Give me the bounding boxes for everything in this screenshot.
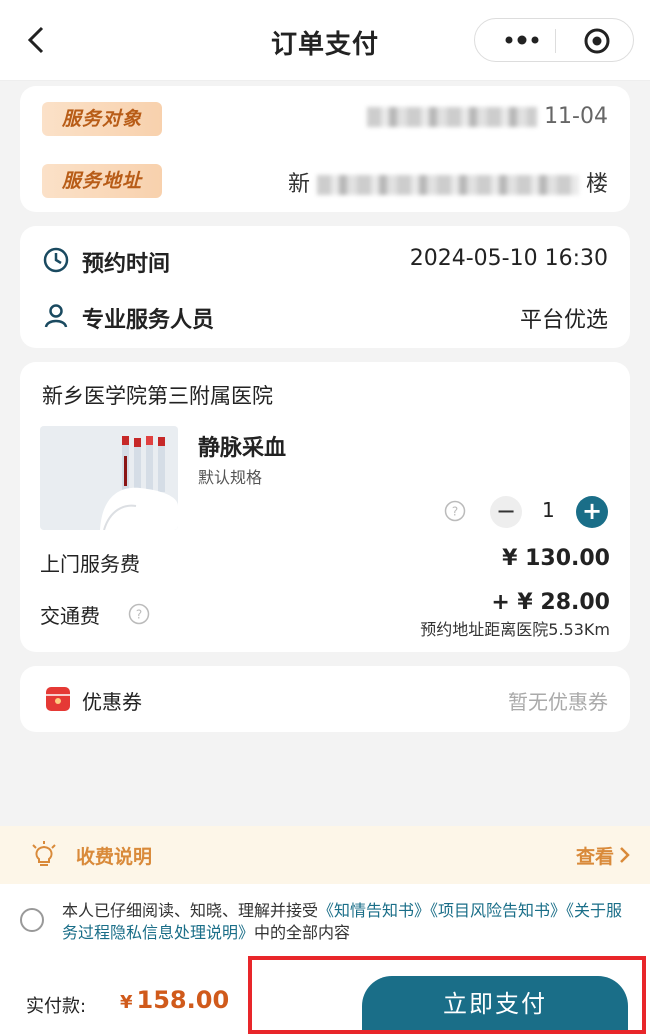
svg-text:?: ? bbox=[136, 608, 142, 622]
staff-label: 专业服务人员 bbox=[82, 308, 215, 333]
coupon-label: 优惠券 bbox=[82, 690, 142, 714]
person-icon bbox=[44, 304, 68, 328]
blurred-text bbox=[367, 107, 538, 127]
coupon-value: 暂无优惠券 bbox=[508, 690, 608, 714]
help-circle-icon[interactable]: ? bbox=[444, 500, 466, 522]
service-target-value: 11-04 bbox=[367, 104, 608, 129]
pay-amount: ¥158.00 bbox=[120, 986, 230, 1014]
hospital-name: 新乡医学院第三附属医院 bbox=[42, 384, 273, 408]
product-spec: 默认规格 bbox=[198, 468, 263, 487]
order-card: 新乡医学院第三附属医院 静脉采血 默认规格 ? − 1 + 上门服务费 ¥ 13… bbox=[20, 362, 630, 652]
fee-notice-label: 收费说明 bbox=[76, 846, 153, 868]
chevron-right-icon bbox=[620, 847, 630, 863]
blood-tubes-illustration bbox=[40, 426, 178, 530]
clock-icon bbox=[43, 247, 69, 273]
agreement-section: 本人已仔细阅读、知晓、理解并接受《知情告知书》《项目风险告知书》《关于服务过程隐… bbox=[0, 884, 650, 956]
capsule-divider bbox=[555, 29, 556, 53]
svg-text:?: ? bbox=[452, 505, 458, 519]
payment-bar: 实付款: ¥158.00 立即支付 bbox=[0, 956, 650, 1036]
close-miniprogram-icon[interactable] bbox=[583, 27, 611, 55]
quantity-value: 1 bbox=[542, 498, 555, 522]
risk-notice-link[interactable]: 《项目风险告知书》 bbox=[430, 901, 566, 920]
traffic-fee-value: + ¥ 28.00 bbox=[491, 590, 610, 615]
blurred-text bbox=[316, 175, 579, 195]
highlight-box bbox=[248, 956, 646, 1034]
fee-notice-bar[interactable]: 收费说明 查看 bbox=[0, 826, 650, 884]
traffic-fee-label: 交通费 bbox=[40, 604, 100, 628]
staff-value[interactable]: 平台优选 bbox=[520, 302, 608, 334]
pay-amount-label: 实付款: bbox=[26, 996, 87, 1017]
decrease-quantity-button[interactable]: − bbox=[490, 496, 522, 528]
booking-time-label: 预约时间 bbox=[82, 252, 171, 277]
consent-form-link[interactable]: 《知情告知书》 bbox=[318, 901, 430, 920]
agreement-text: 本人已仔细阅读、知晓、理解并接受《知情告知书》《项目风险告知书》《关于服务过程隐… bbox=[62, 901, 623, 942]
service-target-tag: 服务对象 bbox=[42, 102, 162, 136]
product-name: 静脉采血 bbox=[198, 436, 287, 461]
home-fee-label: 上门服务费 bbox=[40, 552, 140, 576]
increase-quantity-button[interactable]: + bbox=[576, 496, 608, 528]
service-address-value: 新 楼 bbox=[287, 172, 608, 197]
product-image bbox=[40, 426, 178, 530]
service-info-card: 服务对象 11-04 服务地址 新 楼 bbox=[20, 86, 630, 212]
coupon-card[interactable]: 优惠券 暂无优惠券 bbox=[20, 666, 630, 732]
more-dots-icon[interactable] bbox=[497, 25, 547, 55]
booking-card: 预约时间 2024-05-10 16:30 专业服务人员 平台优选 bbox=[20, 226, 630, 348]
distance-note: 预约地址距离医院5.53Km bbox=[420, 620, 610, 639]
booking-time-value: 2024-05-10 16:30 bbox=[409, 246, 608, 271]
home-fee-value: ¥ 130.00 bbox=[502, 546, 610, 571]
coupon-icon bbox=[46, 687, 70, 711]
service-address-tag: 服务地址 bbox=[42, 164, 162, 198]
help-circle-icon[interactable]: ? bbox=[128, 603, 150, 625]
view-fee-notice-link[interactable]: 查看 bbox=[576, 842, 614, 869]
nav-bar: 订单支付 bbox=[0, 0, 650, 81]
lightbulb-icon bbox=[32, 841, 56, 866]
mini-program-capsule bbox=[474, 18, 634, 62]
agree-radio[interactable] bbox=[20, 908, 44, 932]
